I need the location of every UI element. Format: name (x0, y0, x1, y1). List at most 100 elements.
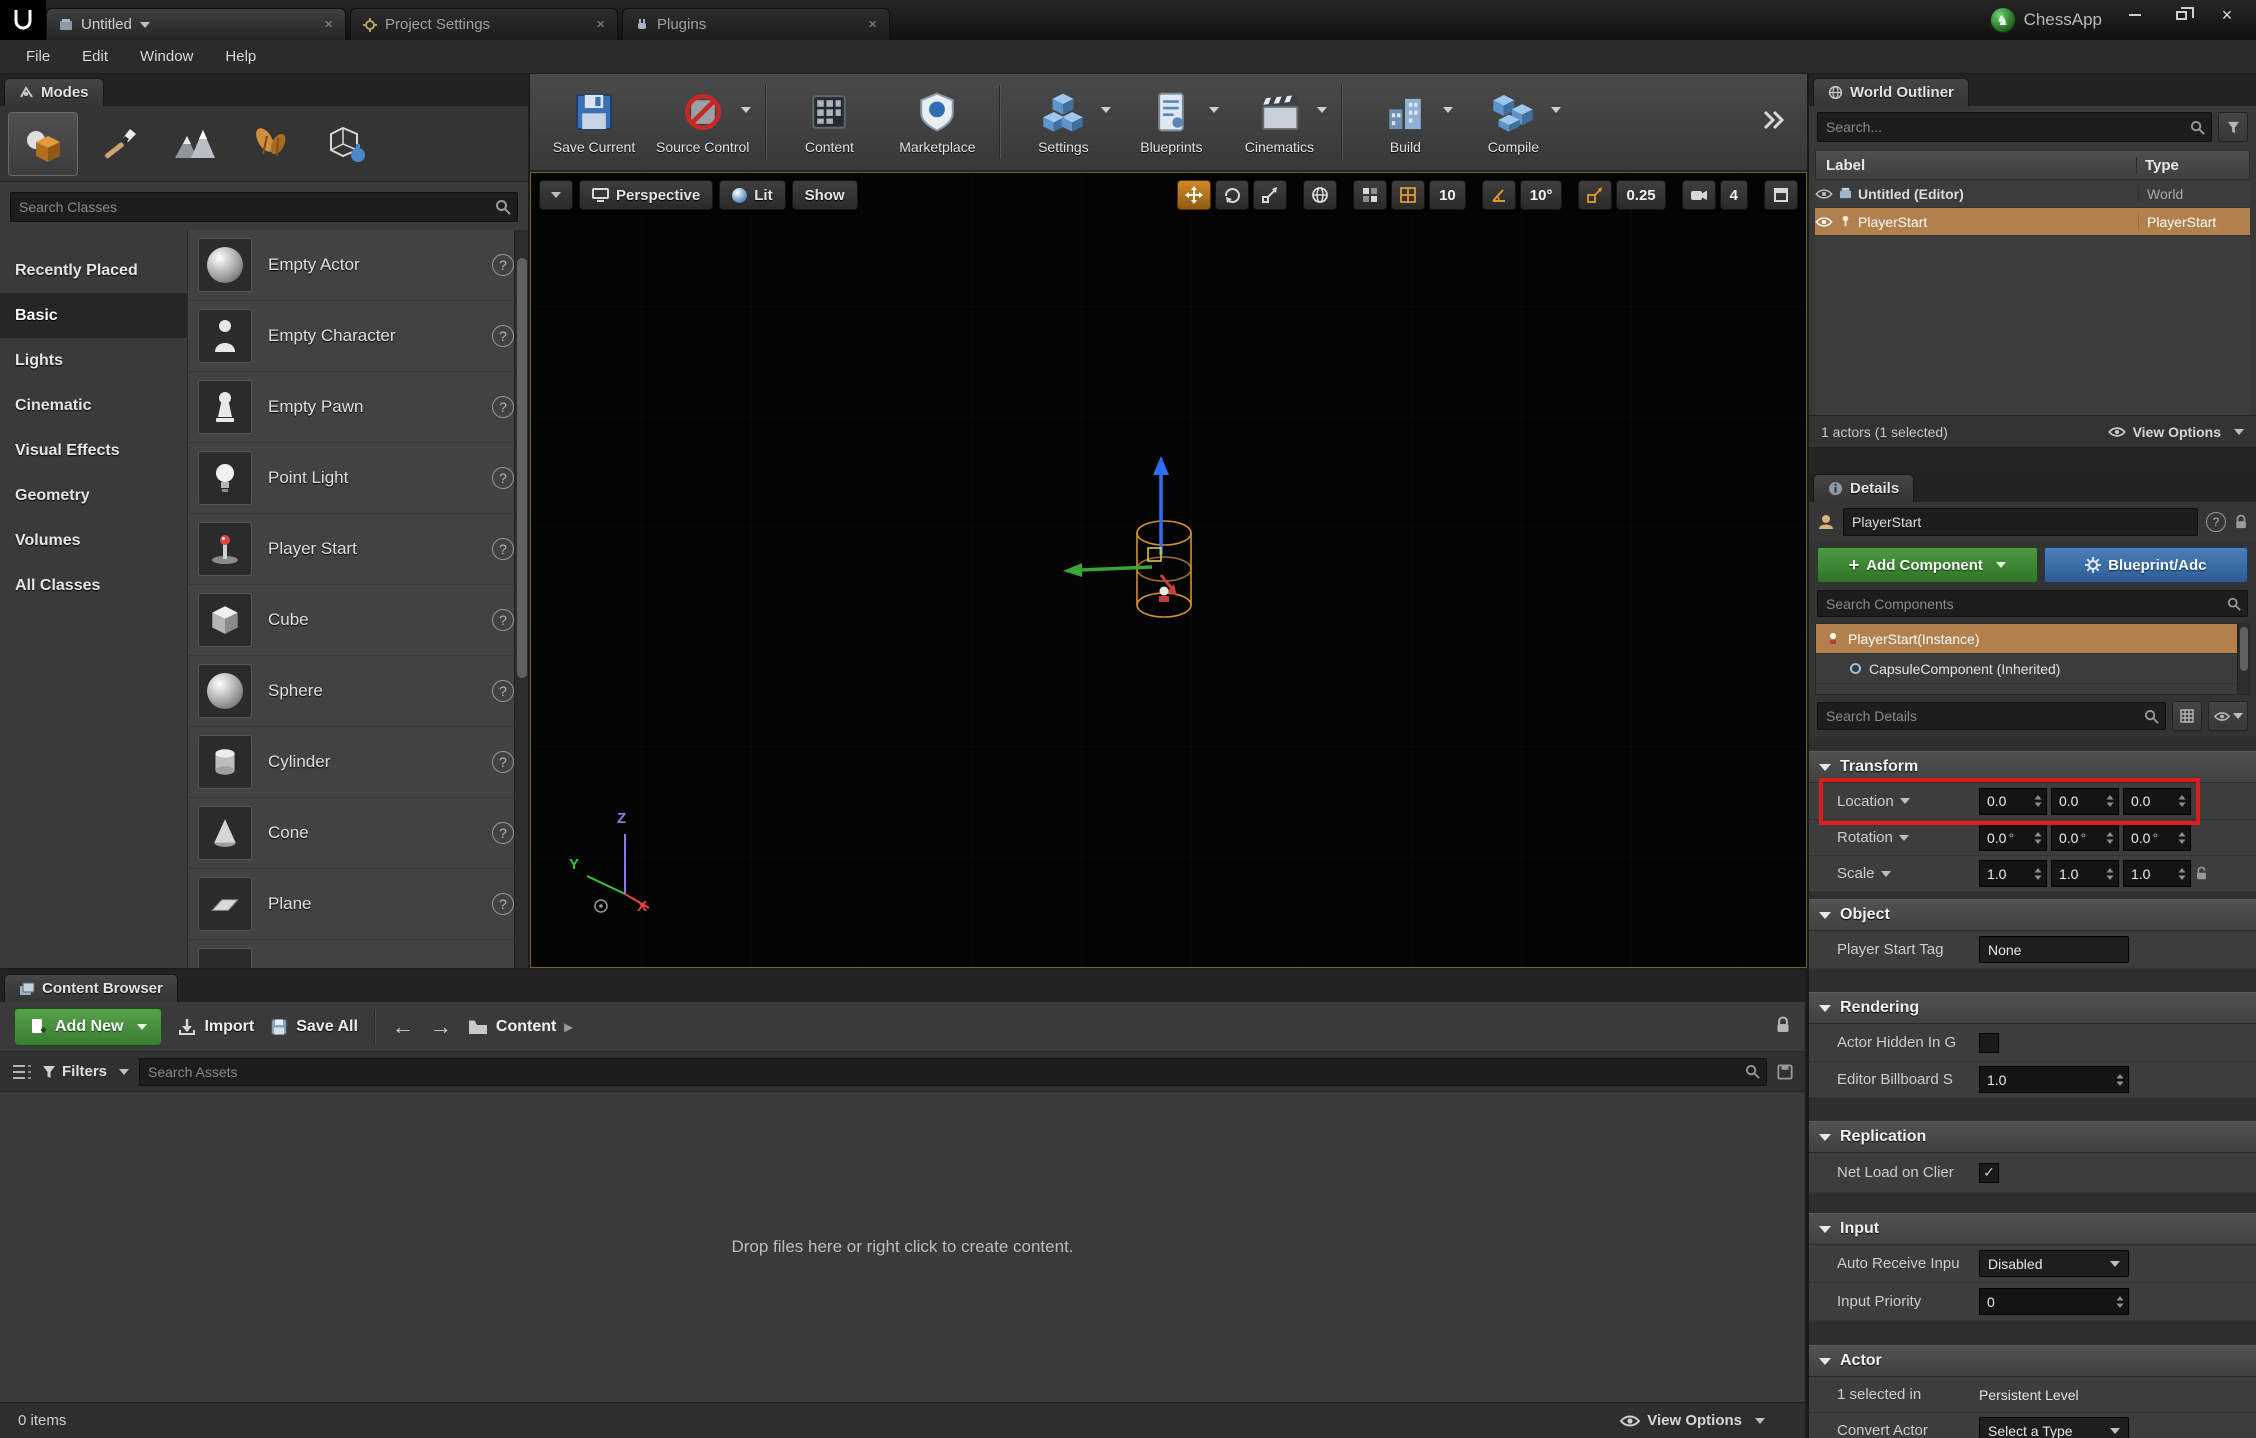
component-capsule[interactable]: CapsuleComponent (Inherited) (1816, 654, 2249, 684)
category-basic[interactable]: Basic (0, 293, 187, 338)
world-local-toggle-button[interactable] (1303, 180, 1338, 210)
editor-billboard-field[interactable]: 1.0 (1979, 1066, 2129, 1093)
gizmo-z-arrow[interactable] (1153, 456, 1169, 475)
menu-edit[interactable]: Edit (66, 40, 124, 73)
player-start-tag-field[interactable]: None (1979, 936, 2129, 963)
outliner-filter-button[interactable] (2218, 112, 2248, 142)
transform-section-header[interactable]: Transform (1809, 751, 2256, 783)
list-item-empty-pawn[interactable]: Empty Pawn ? (188, 372, 528, 443)
sources-panel-icon[interactable] (12, 1064, 32, 1080)
player-start-sprite[interactable] (1159, 586, 1169, 603)
save-search-icon[interactable] (1777, 1063, 1793, 1080)
help-icon[interactable]: ? (492, 751, 514, 773)
tab-untitled[interactable]: Untitled × (46, 8, 346, 40)
scale-snap-value[interactable]: 0.25 (1616, 180, 1666, 210)
net-load-checkbox[interactable]: ✓ (1979, 1162, 1999, 1183)
close-button[interactable]: × (2204, 0, 2250, 30)
chevron-down-icon[interactable] (139, 21, 150, 28)
grid-snap-value[interactable]: 10 (1429, 180, 1466, 210)
close-tab-icon[interactable]: × (324, 16, 333, 33)
spinner-icon[interactable] (2116, 1295, 2124, 1309)
settings-button[interactable]: Settings (1009, 77, 1117, 167)
blueprints-button[interactable]: Blueprints (1117, 77, 1225, 167)
list-item-cone[interactable]: Cone ? (188, 798, 528, 869)
spinner-icon[interactable] (2178, 794, 2186, 808)
spinner-icon[interactable] (2106, 831, 2114, 845)
search-assets-input[interactable] (140, 1063, 1745, 1080)
camera-speed-button[interactable] (1681, 180, 1716, 210)
help-icon[interactable]: ? (492, 467, 514, 489)
scrollbar-thumb[interactable] (517, 258, 527, 678)
help-icon[interactable]: ? (492, 893, 514, 915)
spinner-icon[interactable] (2106, 794, 2114, 808)
object-section-header[interactable]: Object (1809, 899, 2256, 931)
list-item-player-start[interactable]: Player Start ? (188, 514, 528, 585)
lit-mode-button[interactable]: Lit (719, 180, 786, 210)
tab-world-outliner[interactable]: World Outliner (1813, 78, 1969, 106)
scale-z-field[interactable]: 1.0 (2123, 860, 2191, 887)
scale-snap-button[interactable] (1578, 180, 1613, 210)
display-filter-button[interactable] (2208, 701, 2248, 731)
visibility-eye-icon[interactable] (1815, 188, 1833, 200)
category-all-classes[interactable]: All Classes (0, 563, 187, 608)
rotation-x-field[interactable]: 0.0 ° (1979, 824, 2047, 851)
mode-paint-button[interactable] (84, 111, 154, 176)
column-header-label[interactable]: Label (1816, 156, 2137, 174)
marketplace-button[interactable]: Marketplace (883, 77, 991, 167)
spinner-icon[interactable] (2106, 867, 2114, 881)
blueprint-add-script-button[interactable]: Blueprint/Adc (2043, 547, 2248, 583)
category-recently-placed[interactable]: Recently Placed (0, 248, 187, 293)
visibility-eye-icon[interactable] (1815, 216, 1833, 228)
app-account-chip[interactable]: ♞ ChessApp (1989, 7, 2102, 33)
chevron-down-icon[interactable] (1101, 107, 1112, 113)
forward-button[interactable]: → (430, 1014, 452, 1040)
actor-section-header[interactable]: Actor (1809, 1345, 2256, 1377)
toolbar-overflow-button[interactable] (1761, 109, 1787, 135)
grid-snap-button[interactable] (1391, 180, 1426, 210)
list-item-empty-character[interactable]: Empty Character ? (188, 301, 528, 372)
list-item-partial[interactable] (188, 940, 528, 968)
help-icon[interactable]: ? (2206, 512, 2226, 532)
gizmo-y-arrow[interactable] (1063, 563, 1082, 577)
search-components-input[interactable] (1818, 595, 2227, 612)
spinner-icon[interactable] (2116, 1073, 2124, 1087)
help-icon[interactable]: ? (492, 680, 514, 702)
help-icon[interactable]: ? (492, 396, 514, 418)
spinner-icon[interactable] (2178, 867, 2186, 881)
category-geometry[interactable]: Geometry (0, 473, 187, 518)
spinner-icon[interactable] (2178, 831, 2186, 845)
translate-gizmo[interactable] (1063, 456, 1177, 596)
category-volumes[interactable]: Volumes (0, 518, 187, 563)
scale-lock-icon[interactable] (2195, 866, 2208, 881)
filters-button[interactable]: Filters (42, 1063, 130, 1080)
restore-button[interactable] (2158, 0, 2204, 30)
help-icon[interactable]: ? (492, 254, 514, 276)
menu-help[interactable]: Help (209, 40, 272, 73)
property-matrix-button[interactable] (2172, 701, 2202, 731)
rotation-snap-value[interactable]: 10° (1519, 180, 1563, 210)
rotation-z-field[interactable]: 0.0 ° (2123, 824, 2191, 851)
menu-window[interactable]: Window (124, 40, 209, 73)
tab-content-browser[interactable]: Content Browser (4, 974, 178, 1002)
close-tab-icon[interactable]: × (868, 16, 877, 33)
breadcrumb-separator-icon[interactable]: ▸ (564, 1017, 572, 1037)
spinner-icon[interactable] (2034, 867, 2042, 881)
convert-actor-dropdown[interactable]: Select a Type (1979, 1417, 2129, 1438)
surface-snapping-button[interactable] (1353, 180, 1388, 210)
close-tab-icon[interactable]: × (596, 16, 605, 33)
minimize-button[interactable] (2112, 0, 2158, 30)
save-all-button[interactable]: Save All (270, 1018, 358, 1036)
rotate-tool-button[interactable] (1215, 180, 1250, 210)
help-icon[interactable]: ? (492, 538, 514, 560)
list-item-empty-actor[interactable]: Empty Actor ? (188, 230, 528, 301)
rotation-snap-button[interactable] (1481, 180, 1516, 210)
category-cinematic[interactable]: Cinematic (0, 383, 187, 428)
translate-tool-button[interactable] (1177, 180, 1212, 210)
perspective-button[interactable]: Perspective (579, 180, 714, 210)
spinner-icon[interactable] (2034, 794, 2042, 808)
outliner-row-world[interactable]: Untitled (Editor) World (1815, 180, 2250, 208)
input-priority-field[interactable]: 0 (1979, 1288, 2129, 1315)
camera-speed-value[interactable]: 4 (1719, 180, 1748, 210)
tab-plugins[interactable]: Plugins × (622, 8, 890, 40)
category-lights[interactable]: Lights (0, 338, 187, 383)
